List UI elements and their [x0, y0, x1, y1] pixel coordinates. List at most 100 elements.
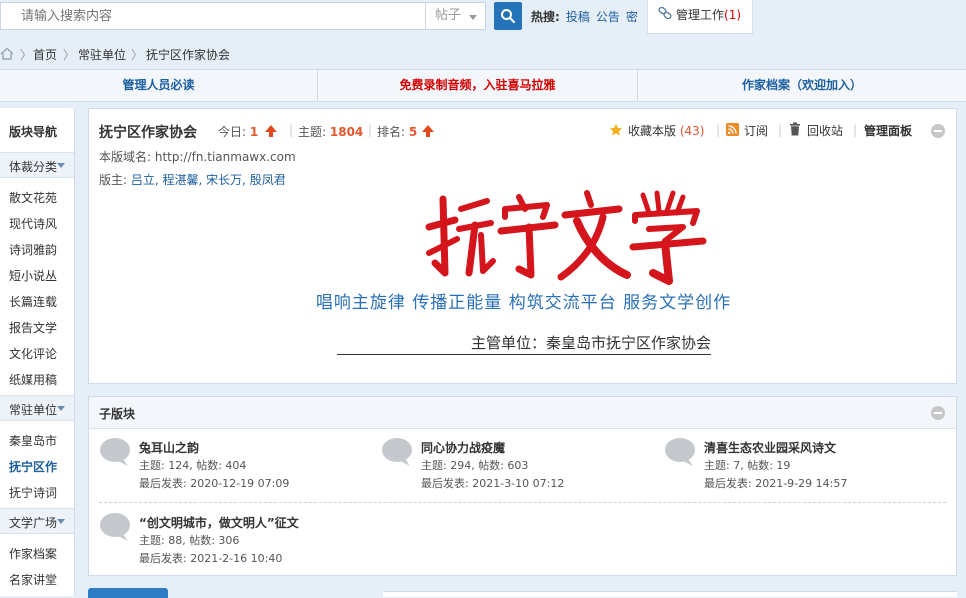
subforum-last-post: 最后发表: 2021-3-10 07:12	[421, 477, 565, 490]
breadcrumb-current[interactable]: 抚宁区作家协会	[146, 46, 230, 63]
admin-dropdown[interactable]: 管理工作(1)	[647, 0, 753, 34]
speech-bubble-icon	[100, 438, 130, 466]
hot-search-link[interactable]: 密	[626, 10, 638, 24]
sidebar-group-plaza[interactable]: 文学广场	[0, 508, 74, 534]
hot-search-link[interactable]: 投稿	[566, 10, 590, 24]
subforum-item[interactable]: 同心协力战疫魔 主题: 294, 帖数: 603 最后发表: 2021-3-10…	[381, 437, 651, 501]
search-input[interactable]	[0, 2, 426, 30]
banner-sponsor-unit: 主管单位：秦皇岛市抚宁区作家协会	[337, 332, 711, 355]
admin-work-link[interactable]: 管理工作(1)	[676, 6, 741, 23]
subforum-name[interactable]: 兔耳山之韵	[139, 439, 199, 456]
sidebar-item[interactable]: 现代诗风	[9, 215, 57, 232]
speech-bubble-icon	[100, 513, 130, 541]
topics-stat: 主题: 1804	[298, 123, 363, 140]
breadcrumb-home[interactable]: 首页	[33, 46, 57, 63]
recycle-bin-button[interactable]: 回收站	[807, 122, 843, 139]
subforum-name[interactable]: 同心协力战疫魔	[421, 439, 505, 456]
sidebar-item[interactable]: 报告文学	[9, 319, 57, 336]
chevron-down-icon	[57, 163, 65, 168]
search-button[interactable]	[494, 2, 522, 30]
moderator-links[interactable]: 吕立, 程湛馨, 宋长万, 殷凤君	[131, 173, 286, 187]
sidebar-group-genre[interactable]: 体裁分类	[0, 152, 74, 178]
banner-calligraphy-logo	[425, 190, 707, 285]
rank-value: 5	[408, 125, 418, 139]
notice-free-audio[interactable]: 免费录制音频，入驻喜马拉雅	[318, 70, 637, 101]
banner-slogan: 唱响主旋律 传播正能量 构筑交流平台 服务文学创作	[315, 293, 732, 313]
collapse-icon[interactable]	[931, 124, 945, 138]
favorite-count: (43)	[679, 124, 705, 138]
subforum-stats: 主题: 88, 帖数: 306	[139, 534, 240, 547]
today-label: 今日:	[218, 125, 247, 139]
sidebar-group-label: 文学广场	[9, 516, 58, 530]
arrow-up-icon	[422, 125, 434, 137]
subforum-item[interactable]: “创文明城市，做文明人”征文 主题: 88, 帖数: 306 最后发表: 202…	[99, 512, 369, 576]
sidebar-group-label: 常驻单位	[9, 403, 58, 417]
search-scope-label: 帖子	[435, 8, 462, 23]
divider: |	[853, 123, 858, 137]
subforum-last-post: 最后发表: 2021-9-29 14:57	[704, 477, 848, 490]
divider: |	[716, 123, 721, 137]
search-scope-select[interactable]: 帖子	[425, 2, 486, 30]
sidebar-item[interactable]: 诗词雅韵	[9, 241, 57, 258]
subforum-name[interactable]: “创文明城市，做文明人”征文	[139, 514, 299, 531]
sidebar-item[interactable]: 秦皇岛市	[9, 432, 57, 449]
divider	[99, 502, 946, 503]
sidebar-item[interactable]: 短小说丛	[9, 267, 57, 284]
hot-search-label: 热搜:	[531, 10, 560, 24]
hot-search-link[interactable]: 公告	[596, 10, 620, 24]
speech-bubble-icon	[665, 438, 695, 466]
moderators-label: 版主:	[99, 173, 128, 187]
sidebar-item[interactable]: 纸媒用稿	[9, 371, 57, 388]
search-icon	[501, 9, 516, 24]
sidebar-item[interactable]: 文化评论	[9, 345, 57, 362]
sidebar-group-resident[interactable]: 常驻单位	[0, 395, 74, 421]
topics-count: 1804	[329, 125, 364, 139]
notice-author-archive[interactable]: 作家档案（欢迎加入）	[638, 70, 966, 101]
subscribe-button[interactable]: 订阅	[744, 122, 768, 139]
subforum-header: 子版块	[89, 397, 956, 429]
sidebar-item[interactable]: 名家讲堂	[9, 571, 57, 588]
bottom-tab[interactable]	[88, 588, 168, 598]
arrow-up-icon	[265, 125, 277, 137]
notice-admin-must-read[interactable]: 管理人员必读	[0, 70, 317, 101]
breadcrumb-separator: 〉	[131, 48, 144, 62]
subforum-box: 子版块 兔耳山之韵 主题: 124, 帖数: 404 最后发表: 2020-12…	[88, 396, 957, 576]
chevron-down-icon	[57, 406, 65, 411]
breadcrumb-resident-units[interactable]: 常驻单位	[78, 46, 126, 63]
subforum-item[interactable]: 清喜生态农业园采风诗文 主题: 7, 帖数: 19 最后发表: 2021-9-2…	[664, 437, 934, 501]
speech-bubble-icon	[382, 438, 412, 466]
chevron-down-icon	[469, 15, 477, 20]
notice-bar: 管理人员必读 免费录制音频，入驻喜马拉雅 作家档案（欢迎加入）	[0, 69, 966, 102]
subforum-stats: 主题: 294, 帖数: 603	[421, 459, 529, 472]
admin-panel-button[interactable]: 管理面板	[864, 122, 912, 139]
subforum-title: 子版块	[99, 407, 136, 421]
today-stat: 今日: 1	[218, 123, 258, 140]
collapse-icon[interactable]	[931, 406, 945, 420]
trash-icon	[790, 122, 800, 136]
subforum-name[interactable]: 清喜生态农业园采风诗文	[704, 439, 836, 456]
divider: |	[289, 123, 294, 137]
rank-label: 排名:	[377, 125, 406, 139]
sidebar-item-active[interactable]: 抚宁区作	[9, 458, 57, 475]
link-icon	[658, 7, 672, 19]
rss-icon	[726, 123, 739, 136]
topics-label: 主题:	[298, 125, 327, 139]
subforum-stats: 主题: 7, 帖数: 19	[704, 459, 791, 472]
subforum-last-post: 最后发表: 2021-2-16 10:40	[139, 552, 283, 565]
admin-work-count: (1)	[724, 8, 742, 22]
divider: |	[368, 123, 373, 137]
sidebar-item[interactable]: 作家档案	[9, 545, 57, 562]
today-count: 1	[249, 125, 259, 139]
home-icon[interactable]	[0, 47, 14, 60]
moderators: 版主: 吕立, 程湛馨, 宋长万, 殷凤君	[99, 171, 286, 188]
sidebar-item[interactable]: 散文花苑	[9, 189, 57, 206]
subforum-item[interactable]: 兔耳山之韵 主题: 124, 帖数: 404 最后发表: 2020-12-19 …	[99, 437, 369, 501]
sidebar-item[interactable]: 抚宁诗词	[9, 484, 57, 501]
favorite-label: 收藏本版	[628, 124, 677, 138]
rank-stat: 排名: 5	[377, 123, 417, 140]
hot-search: 热搜: 投稿 公告密	[531, 8, 644, 25]
forum-title: 抚宁区作家协会	[99, 125, 197, 141]
breadcrumb-separator: 〉	[63, 48, 76, 62]
sidebar-item[interactable]: 长篇连载	[9, 293, 57, 310]
favorite-forum-button[interactable]: 收藏本版 (43)	[628, 122, 704, 139]
